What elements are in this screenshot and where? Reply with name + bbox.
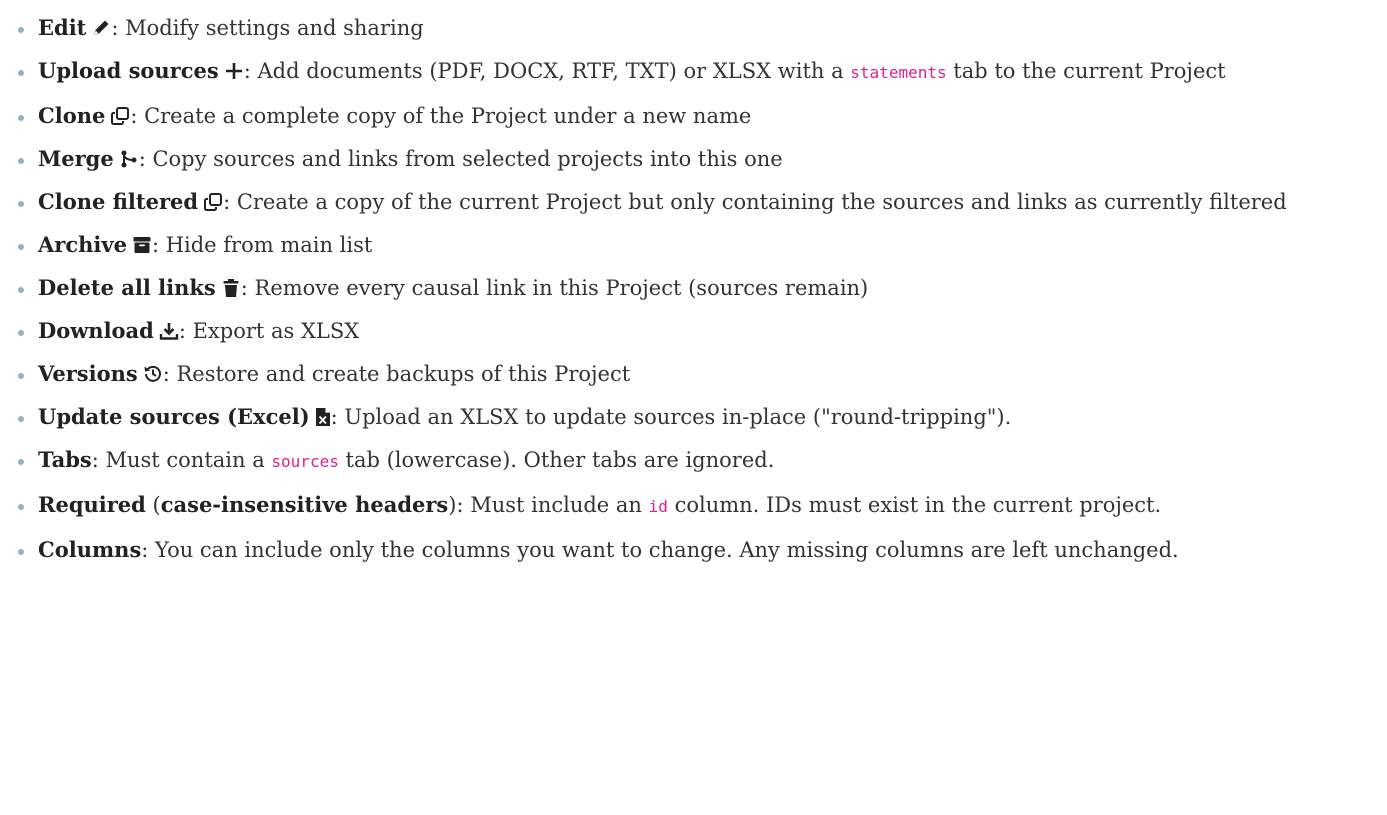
list-item-edit: Edit : Modify settings and sharing: [0, 9, 1370, 47]
list-item-required: Required (case-insensitive headers): Mus…: [0, 486, 1370, 526]
list-item-clone-filtered: Clone filtered : Create a copy of the cur…: [0, 183, 1370, 221]
item-title: Columns: [38, 537, 142, 562]
item-desc: : Modify settings and sharing: [111, 16, 424, 40]
archive-icon: [132, 235, 152, 255]
item-title: Upload sources: [38, 58, 219, 83]
item-title: Merge: [38, 146, 114, 171]
item-desc: : Add documents (PDF, DOCX, RTF, TXT) or…: [243, 59, 851, 83]
item-desc: : Must include an: [456, 493, 649, 517]
history-icon: [143, 364, 163, 384]
code-statements: statements: [850, 63, 947, 82]
code-sources: sources: [271, 452, 339, 471]
item-desc: : Copy sources and links from selected p…: [138, 147, 783, 171]
list-item-download: Download : Export as XLSX: [0, 312, 1370, 350]
item-desc: : You can include only the columns you w…: [141, 538, 1179, 562]
item-title: Versions: [38, 361, 138, 386]
plus-icon: [224, 61, 244, 81]
item-desc: : Export as XLSX: [178, 319, 360, 343]
item-desc: : Create a copy of the current Project b…: [223, 190, 1287, 214]
item-desc: : Restore and create backups of this Pro…: [162, 362, 631, 386]
list-item-versions: Versions : Restore and create backups of …: [0, 355, 1370, 393]
trash-icon: [221, 278, 241, 298]
item-title: Clone filtered: [38, 189, 199, 214]
list-item-update-sources: Update sources (Excel) : Upload an XLSX t…: [0, 398, 1370, 436]
excel-file-icon: [315, 407, 331, 427]
item-title: Download: [38, 318, 154, 343]
list-item-tabs: Tabs: Must contain a sources tab (lowerc…: [0, 441, 1370, 481]
merge-icon: [119, 149, 139, 169]
item-title: Update sources (Excel): [38, 404, 310, 429]
list-item-delete-all-links: Delete all links : Remove every causal li…: [0, 269, 1370, 307]
item-desc-tail: column. IDs must exist in the current pr…: [667, 493, 1162, 517]
feature-list: Edit : Modify settings and sharing Upload…: [0, 0, 1370, 569]
item-title: Delete all links: [38, 275, 216, 300]
item-desc: : Upload an XLSX to update sources in-pl…: [330, 405, 1012, 429]
list-item-clone: Clone : Create a complete copy of the Pro…: [0, 97, 1370, 135]
code-id: id: [648, 497, 668, 516]
copy-icon: [110, 106, 130, 126]
copy-icon: [203, 192, 223, 212]
item-title: Required: [38, 492, 146, 517]
item-desc: : Remove every causal link in this Proje…: [240, 276, 869, 300]
pencil-icon: [91, 18, 111, 38]
item-desc: : Create a complete copy of the Project …: [130, 104, 752, 128]
paren-open: (: [145, 493, 161, 517]
item-title: Tabs: [38, 447, 92, 472]
list-item-columns: Columns: You can include only the column…: [0, 531, 1370, 569]
item-desc-tail: tab (lowercase). Other tabs are ignored.: [338, 448, 775, 472]
item-desc: : Must contain a: [91, 448, 272, 472]
item-title: Archive: [38, 232, 127, 257]
list-item-upload-sources: Upload sources : Add documents (PDF, DOCX…: [0, 52, 1370, 92]
item-title: Clone: [38, 103, 106, 128]
item-desc: : Hide from main list: [151, 233, 373, 257]
list-item-merge: Merge : Copy sources and links from selec…: [0, 140, 1370, 178]
item-desc-tail: tab to the current Project: [946, 59, 1226, 83]
item-title-secondary: case-insensitive headers: [160, 492, 449, 517]
list-item-archive: Archive : Hide from main list: [0, 226, 1370, 264]
download-icon: [159, 321, 179, 341]
item-title: Edit: [38, 15, 87, 40]
